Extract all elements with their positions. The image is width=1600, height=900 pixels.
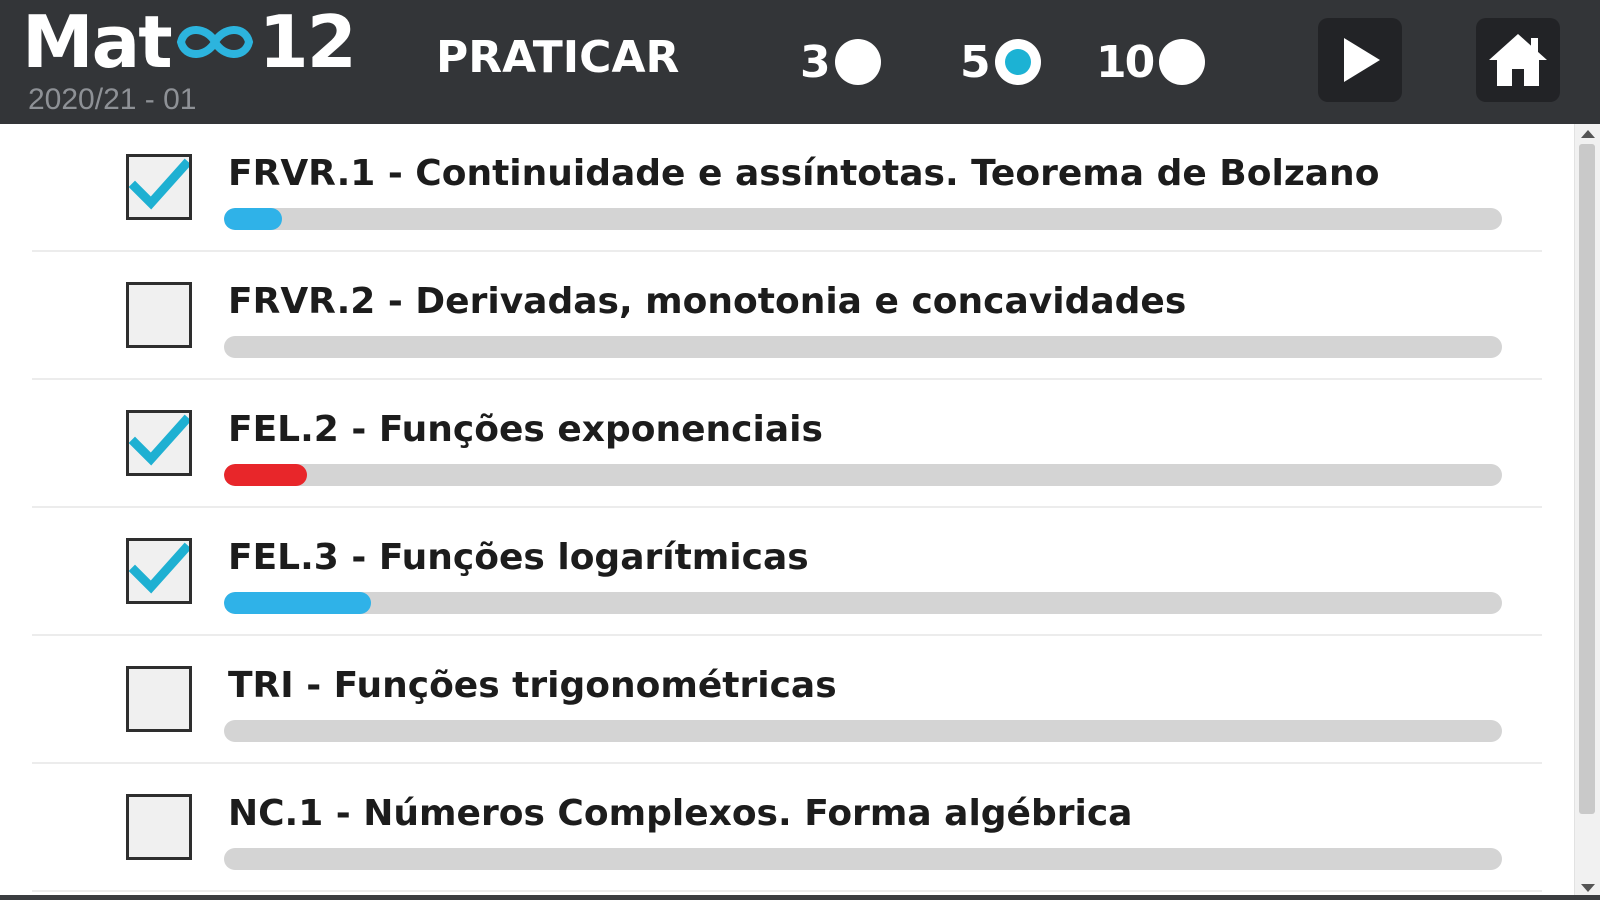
- topic-label: TRI - Funções trigonométricas: [228, 665, 837, 706]
- progress-fill: [224, 464, 308, 486]
- checkmark-icon: [129, 414, 189, 466]
- topic-label: FEL.2 - Funções exponenciais: [228, 409, 823, 450]
- radio-button[interactable]: [1159, 39, 1206, 85]
- count-option-label: 5: [960, 36, 991, 88]
- topic-checkbox[interactable]: [126, 538, 192, 604]
- topic-label: FRVR.2 - Derivadas, monotonia e concavid…: [228, 281, 1187, 322]
- radio-button-selected[interactable]: [994, 39, 1041, 85]
- topic-checkbox[interactable]: [126, 794, 192, 860]
- home-icon: [1489, 34, 1547, 86]
- topic-label: FRVR.1 - Continuidade e assíntotas. Teor…: [228, 153, 1380, 194]
- scrollbar-thumb[interactable]: [1579, 144, 1595, 814]
- progress-fill: [224, 592, 371, 614]
- progress-bar: [224, 208, 1502, 230]
- topic-checkbox[interactable]: [126, 282, 192, 348]
- progress-bar: [224, 336, 1502, 358]
- logo-text-right: 12: [258, 0, 357, 84]
- question-count-option-3[interactable]: 3: [800, 34, 881, 90]
- topic-list[interactable]: FRVR.1 - Continuidade e assíntotas. Teor…: [0, 124, 1574, 900]
- page-title: PRATICAR: [436, 32, 680, 83]
- checkmark-icon: [129, 542, 189, 594]
- progress-bar: [224, 464, 1502, 486]
- question-count-option-10[interactable]: 10: [1096, 34, 1206, 90]
- count-option-label: 10: [1096, 36, 1155, 88]
- radio-button[interactable]: [834, 39, 881, 85]
- scroll-up-arrow-icon[interactable]: [1581, 130, 1595, 138]
- topic-row[interactable]: TRI - Funções trigonométricas: [32, 636, 1542, 764]
- topic-label: FEL.3 - Funções logarítmicas: [228, 537, 809, 578]
- home-button[interactable]: [1476, 18, 1560, 102]
- progress-fill: [224, 208, 282, 230]
- topic-checkbox[interactable]: [126, 154, 192, 220]
- checkmark-icon: [129, 158, 189, 210]
- topic-checkbox[interactable]: [126, 666, 192, 732]
- scrollbar[interactable]: [1574, 124, 1600, 900]
- count-option-label: 3: [800, 36, 831, 88]
- logo-wordmark: Mat 12: [22, 0, 357, 84]
- topic-checkbox[interactable]: [126, 410, 192, 476]
- play-button[interactable]: [1318, 18, 1402, 102]
- scroll-down-arrow-icon[interactable]: [1581, 884, 1595, 892]
- progress-bar: [224, 592, 1502, 614]
- infinity-icon: [176, 26, 253, 58]
- school-year-label: 2020/21 - 01: [28, 83, 197, 116]
- play-icon: [1344, 38, 1380, 82]
- topic-row[interactable]: FEL.2 - Funções exponenciais: [32, 380, 1542, 508]
- bottom-divider: [0, 895, 1600, 900]
- progress-bar: [224, 720, 1502, 742]
- logo-text-left: Mat: [22, 0, 173, 84]
- topic-label: NC.1 - Números Complexos. Forma algébric…: [228, 793, 1133, 834]
- topic-row[interactable]: FRVR.2 - Derivadas, monotonia e concavid…: [32, 252, 1542, 380]
- question-count-option-5[interactable]: 5: [960, 34, 1041, 90]
- top-bar: Mat 12 2020/21 - 01 PRATICAR 3 5 10: [0, 0, 1600, 124]
- topic-row[interactable]: FRVR.1 - Continuidade e assíntotas. Teor…: [32, 124, 1542, 252]
- progress-bar: [224, 848, 1502, 870]
- topic-row[interactable]: FEL.3 - Funções logarítmicas: [32, 508, 1542, 636]
- topic-row[interactable]: NC.1 - Números Complexos. Forma algébric…: [32, 764, 1542, 892]
